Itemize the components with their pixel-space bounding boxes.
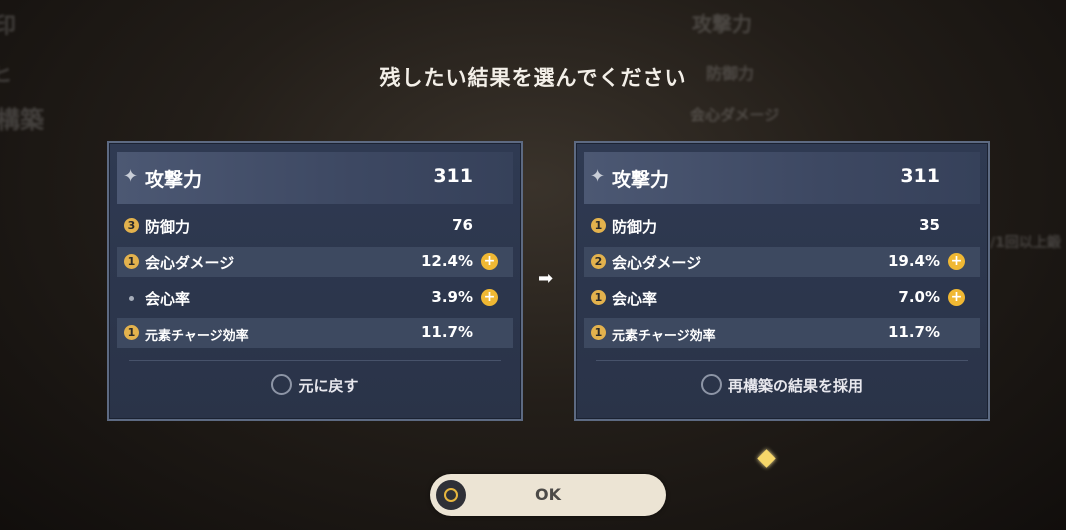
sub-stat-row: 1 会心ダメージ 12.4% +: [117, 247, 513, 277]
sub-stat-row: 3 防御力 76: [117, 211, 513, 241]
upgrade-count-badge: 1: [124, 325, 139, 340]
choice-label: 元に戻す: [298, 377, 359, 395]
main-stat-row: ✦ 攻撃力 311: [584, 152, 980, 204]
main-stat-value: 311: [900, 165, 940, 187]
sub-stat-row: 2 会心ダメージ 19.4% +: [584, 247, 980, 277]
upgrade-count-badge: 1: [591, 290, 606, 305]
sub-stat-value: 35: [919, 216, 940, 234]
plus-icon: +: [481, 289, 498, 306]
sub-stat-row: 1 会心率 7.0% +: [584, 283, 980, 313]
sub-stat-row: 1 元素チャージ効率 11.7%: [584, 318, 980, 348]
sub-stat-row: 会心率 3.9% +: [117, 283, 513, 313]
main-stat-row: ✦ 攻撃力 311: [117, 152, 513, 204]
sub-stat-name: 会心率: [612, 290, 658, 308]
upgrade-count-badge: 1: [591, 218, 606, 233]
dialog-title: 残したい結果を選んでください: [379, 66, 687, 90]
sub-stat-value: 12.4%: [420, 252, 473, 270]
sub-stat-name: 会心率: [145, 290, 191, 308]
upgrade-count-badge: 2: [591, 254, 606, 269]
sub-stat-value: 3.9%: [431, 288, 473, 306]
main-stat-name: 攻撃力: [612, 169, 670, 191]
sub-stat-row: 1 防御力 35: [584, 211, 980, 241]
dot-icon: [129, 296, 134, 301]
result-card-reforged[interactable]: ✦ 攻撃力 311 1 防御力 35 2 会心ダメージ 19.4% + 1 会心…: [574, 141, 990, 421]
adopt-reforge-choice[interactable]: 再構築の結果を採用: [576, 374, 988, 397]
sub-stat-value: 11.7%: [420, 323, 473, 341]
divider: [596, 360, 968, 361]
sub-stat-name: 元素チャージ効率: [145, 329, 249, 344]
bg-text: /1回以上鍛: [990, 235, 1061, 251]
cursor-icon: [757, 449, 776, 468]
sub-stat-value: 7.0%: [898, 288, 940, 306]
sub-stat-value: 76: [452, 216, 473, 234]
revert-choice[interactable]: 元に戻す: [109, 374, 521, 397]
upgrade-count-badge: 3: [124, 218, 139, 233]
sub-stat-name: 元素チャージ効率: [612, 329, 716, 344]
bg-text: 印: [0, 14, 17, 39]
star-icon: ✦: [123, 166, 139, 187]
sub-stat-name: 防御力: [145, 218, 191, 236]
upgrade-count-badge: 1: [591, 325, 606, 340]
plus-icon: +: [481, 253, 498, 270]
divider: [129, 360, 501, 361]
sub-stat-name: 会心ダメージ: [145, 254, 235, 272]
sub-stat-name: 会心ダメージ: [612, 254, 702, 272]
bg-text: 構築: [0, 106, 44, 134]
upgrade-count-badge: 1: [124, 254, 139, 269]
sub-stat-name: 防御力: [612, 218, 658, 236]
ok-label: OK: [535, 485, 561, 504]
plus-icon: +: [948, 289, 965, 306]
arrow-right-icon: ➡: [538, 268, 554, 289]
main-stat-name: 攻撃力: [145, 169, 203, 191]
bg-text: 会心ダメージ: [690, 106, 780, 124]
radio-circle-icon[interactable]: [271, 374, 293, 395]
ok-button[interactable]: OK: [430, 474, 666, 516]
sub-stat-row: 1 元素チャージ効率 11.7%: [117, 318, 513, 348]
result-card-original[interactable]: ✦ 攻撃力 311 3 防御力 76 1 会心ダメージ 12.4% + 会心率 …: [107, 141, 523, 421]
sub-stat-value: 11.7%: [887, 323, 940, 341]
plus-icon: +: [948, 253, 965, 270]
main-stat-value: 311: [433, 165, 473, 187]
star-icon: ✦: [590, 166, 606, 187]
bg-text: 攻撃力: [692, 12, 752, 36]
radio-circle-icon[interactable]: [700, 374, 722, 395]
sub-stat-value: 19.4%: [887, 252, 940, 270]
choice-label: 再構築の結果を採用: [727, 377, 863, 395]
